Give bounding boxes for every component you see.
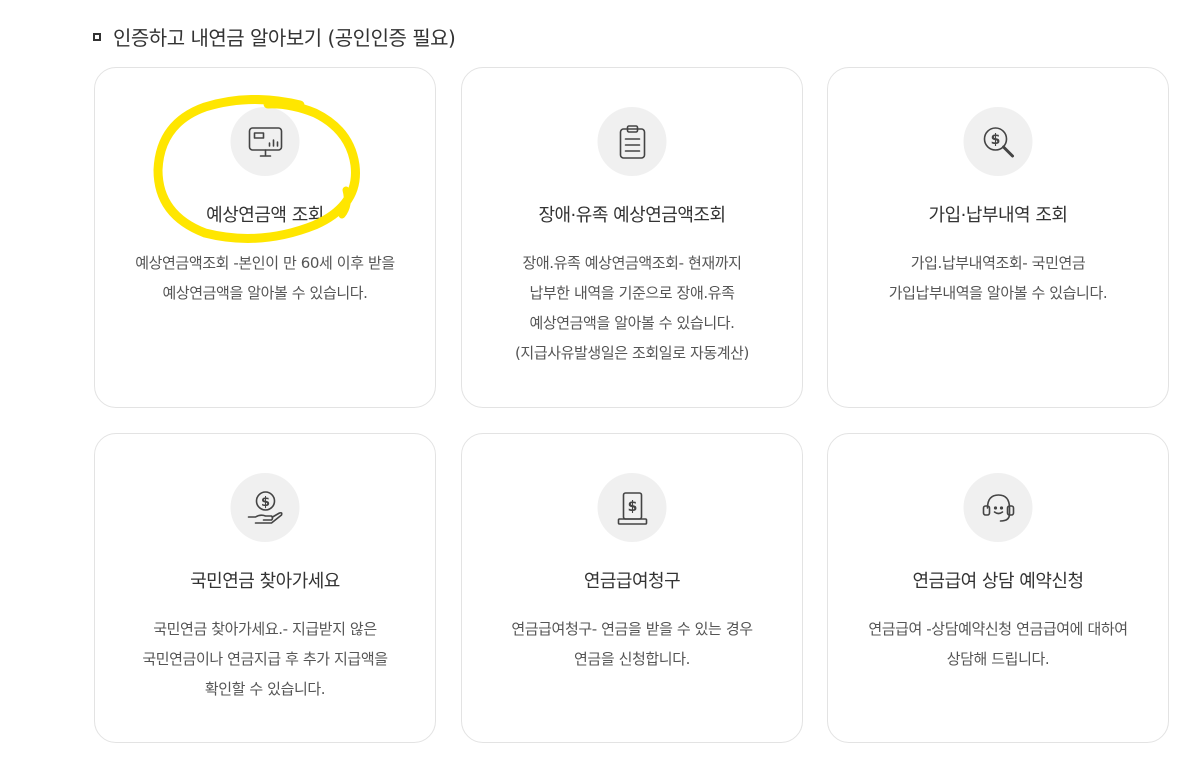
card-title: 가입·납부내역 조회 (928, 205, 1068, 226)
card-title: 예상연금액 조회 (206, 205, 324, 226)
card-description: 장애.유족 예상연금액조회- 현재까지 납부한 내역을 기준으로 장애.유족 예… (514, 254, 750, 362)
card-description: 가입.납부내역조회- 국민연금 가입납부내역을 알아볼 수 있습니다. (888, 254, 1108, 302)
card-description: 연금급여 -상담예약신청 연금급여에 대하여 상담해 드립니다. (868, 620, 1128, 668)
svg-text:$: $ (990, 132, 1000, 148)
card-expected-pension[interactable]: 예상연금액 조회 예상연금액조회 -본인이 만 60세 이후 받을 예상연금액을… (94, 67, 436, 408)
card-description: 예상연금액조회 -본인이 만 60세 이후 받을 예상연금액을 알아볼 수 있습… (135, 254, 395, 302)
card-consultation-reservation[interactable]: 연금급여 상담 예약신청 연금급여 -상담예약신청 연금급여에 대하여 상담해 … (827, 433, 1169, 743)
card-title: 연금급여 상담 예약신청 (912, 571, 1084, 592)
card-disability-survivor-pension[interactable]: 장애·유족 예상연금액조회 장애.유족 예상연금액조회- 현재까지 납부한 내역… (461, 67, 803, 408)
card-description: 연금급여청구- 연금을 받을 수 있는 경우 연금을 신청합니다. (511, 620, 753, 668)
square-bullet-icon (93, 32, 101, 41)
headset-icon (963, 473, 1033, 542)
card-title: 연금급여청구 (583, 571, 681, 592)
section-title: 인증하고 내연금 알아보기 (공인인증 필요) (93, 22, 456, 51)
monitor-chart-icon (230, 107, 300, 176)
clipboard-icon (597, 107, 667, 176)
hand-coin-icon: $ (230, 473, 300, 542)
card-title: 장애·유족 예상연금액조회 (538, 205, 726, 226)
dollar-magnifier-icon: $ (963, 107, 1033, 176)
card-subscription-payment-history[interactable]: $ 가입·납부내역 조회 가입.납부내역조회- 국민연금 가입납부내역을 알아볼… (827, 67, 1169, 408)
card-description: 국민연금 찾아가세요.- 지급받지 않은 국민연금이나 연금지급 후 추가 지급… (142, 620, 388, 698)
card-find-national-pension[interactable]: $ 국민연금 찾아가세요 국민연금 찾아가세요.- 지급받지 않은 국민연금이나… (94, 433, 436, 743)
svg-text:$: $ (627, 499, 637, 515)
card-title: 국민연금 찾아가세요 (190, 571, 340, 592)
card-pension-benefit-claim[interactable]: $ 연금급여청구 연금급여청구- 연금을 받을 수 있는 경우 연금을 신청합니… (461, 433, 803, 743)
dollar-document-icon: $ (597, 473, 667, 542)
section-title-text: 인증하고 내연금 알아보기 (공인인증 필요) (113, 26, 456, 50)
svg-text:$: $ (260, 495, 269, 510)
